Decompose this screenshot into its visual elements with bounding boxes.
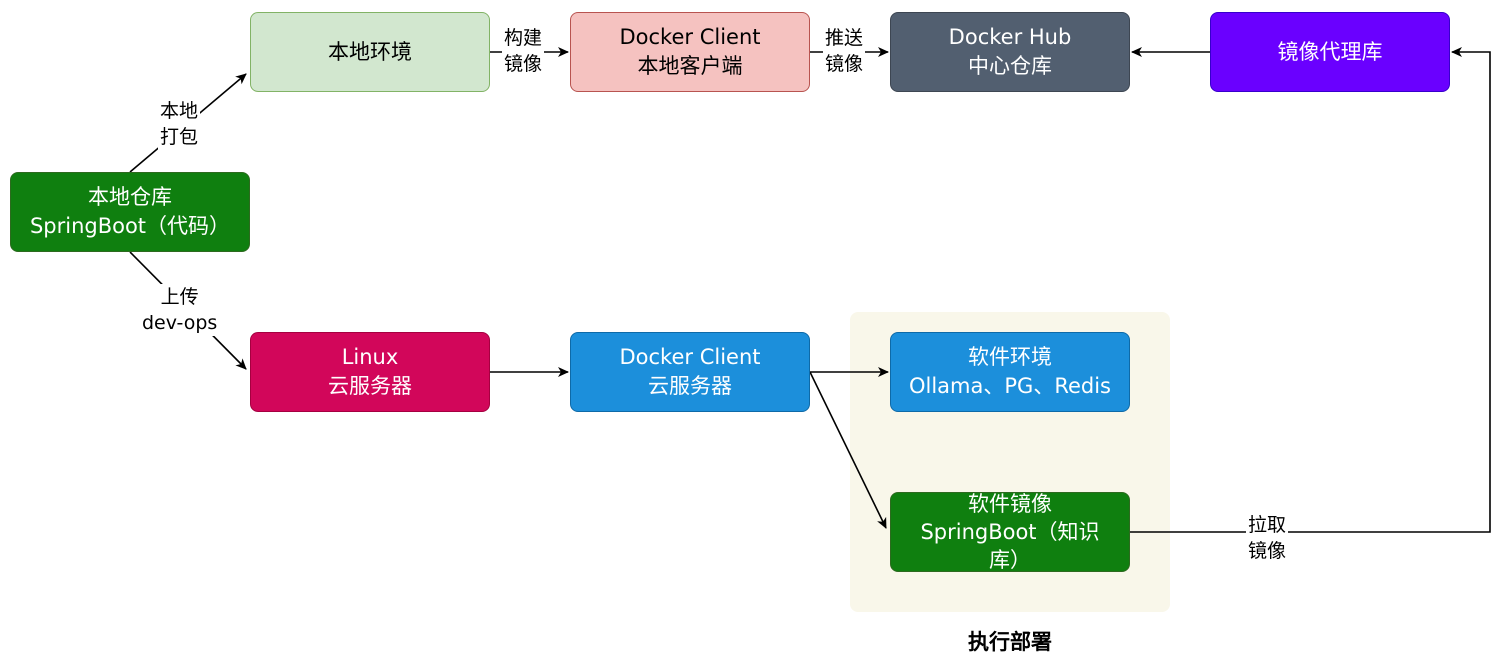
node-mirror-proxy-line1: 镜像代理库 bbox=[1277, 39, 1383, 64]
node-software-image-line1: 软件镜像 bbox=[968, 492, 1052, 516]
node-mirror-proxy[interactable]: 镜像代理库 bbox=[1210, 12, 1450, 92]
edge-label-upload-devops: 上传 dev-ops bbox=[140, 284, 220, 336]
node-linux-line2: 云服务器 bbox=[328, 374, 412, 398]
node-local-repo[interactable]: 本地仓库 SpringBoot（代码） bbox=[10, 172, 250, 252]
node-software-env-line2: Ollama、PG、Redis bbox=[908, 374, 1111, 398]
edge-pull-image bbox=[1130, 47, 1491, 533]
node-local-env-line1: 本地环境 bbox=[328, 39, 412, 64]
node-software-image-line3: 库） bbox=[989, 548, 1031, 572]
edge-label-pull-image: 拉取 镜像 bbox=[1246, 512, 1289, 564]
node-docker-client-local-line1: Docker Client bbox=[619, 25, 761, 49]
edge-label-build-image: 构建 镜像 bbox=[502, 25, 545, 77]
node-local-repo-line2: SpringBoot（代码） bbox=[29, 214, 231, 238]
node-docker-hub-line1: Docker Hub bbox=[948, 25, 1072, 49]
node-software-env-line1: 软件环境 bbox=[968, 345, 1052, 369]
node-docker-client-cloud-line1: Docker Client bbox=[619, 345, 761, 369]
node-software-image[interactable]: 软件镜像 SpringBoot（知识 库） bbox=[890, 492, 1130, 572]
node-software-image-line2: SpringBoot（知识 bbox=[920, 520, 1100, 544]
edge-client-to-image bbox=[809, 371, 887, 529]
node-linux-line1: Linux bbox=[341, 345, 399, 369]
edge-label-push-image: 推送 镜像 bbox=[823, 25, 866, 77]
node-software-env[interactable]: 软件环境 Ollama、PG、Redis bbox=[890, 332, 1130, 412]
edge-label-local-package: 本地 打包 bbox=[158, 98, 201, 150]
node-docker-client-local[interactable]: Docker Client 本地客户端 bbox=[570, 12, 810, 92]
node-docker-client-local-line2: 本地客户端 bbox=[637, 54, 743, 78]
node-docker-client-cloud[interactable]: Docker Client 云服务器 bbox=[570, 332, 810, 412]
node-local-env[interactable]: 本地环境 bbox=[250, 12, 490, 92]
node-docker-hub[interactable]: Docker Hub 中心仓库 bbox=[890, 12, 1130, 92]
node-local-repo-line1: 本地仓库 bbox=[88, 185, 172, 209]
node-docker-client-cloud-line2: 云服务器 bbox=[648, 374, 732, 398]
node-linux[interactable]: Linux 云服务器 bbox=[250, 332, 490, 412]
node-docker-hub-line2: 中心仓库 bbox=[968, 54, 1052, 78]
